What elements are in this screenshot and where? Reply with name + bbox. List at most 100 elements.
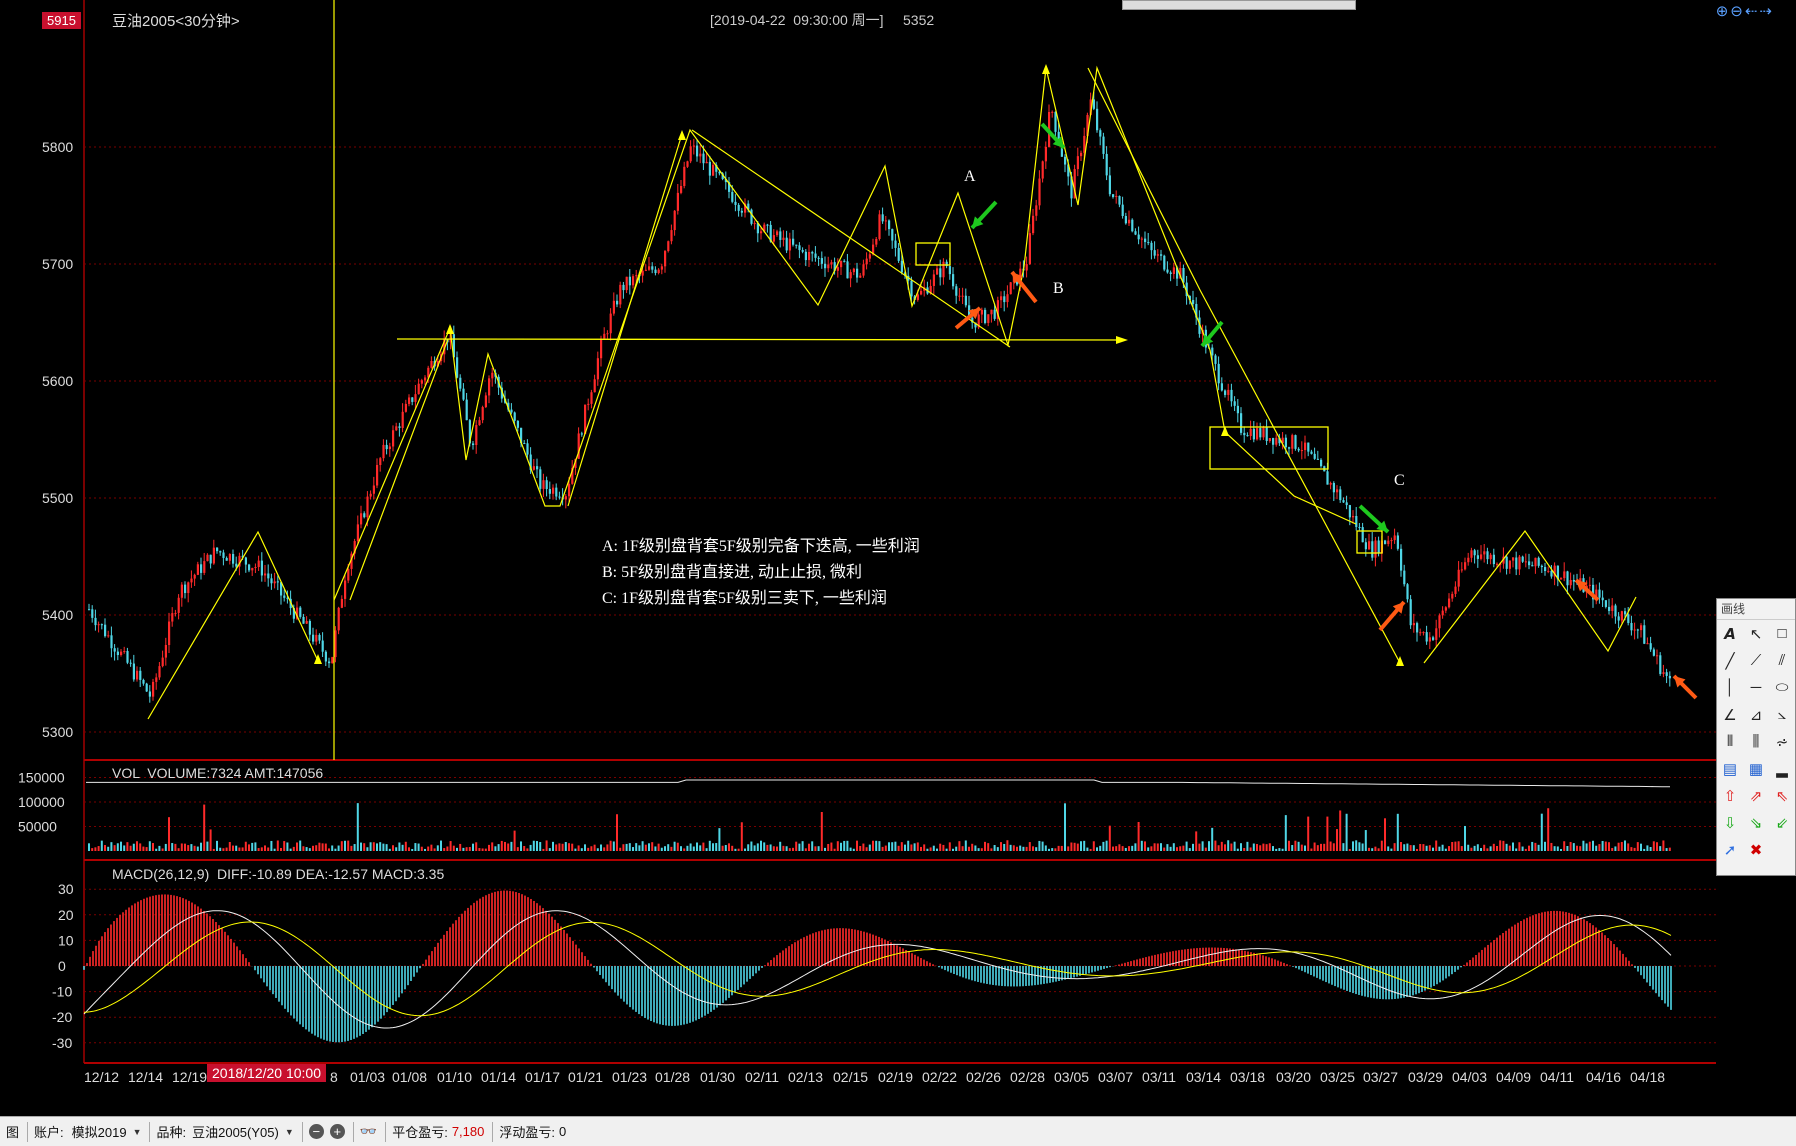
volume-bar (254, 842, 257, 851)
line-tool-icon[interactable]: ╱ (1717, 647, 1743, 674)
flag-cn-tool-icon[interactable]: ▤ (1717, 755, 1743, 782)
candlestick (97, 624, 100, 626)
volume-bar (779, 841, 782, 851)
candlestick (852, 268, 855, 273)
volume-bar (996, 847, 999, 851)
date-tick-label: 8 (330, 1069, 338, 1085)
fan-tool-icon[interactable]: ⊿ (1743, 701, 1769, 728)
volume-bar (171, 843, 174, 851)
date-tick-label: 01/23 (612, 1069, 648, 1085)
ray-tool-icon[interactable]: ⟋ (1743, 647, 1769, 674)
volume-bar (1400, 842, 1402, 851)
drawing-palette[interactable]: 画线 𝘼 ↖ □ ╱ ⟋ ⫽ │ ─ ⬭ ∠ ⊿ ⦣ ⦀ ⫼ ⩫ ▤ ▦ ▂ ⇧ ⇗ ⇖ ⇩ ⇘ ⇙ ➚ ✖ (1716, 598, 1796, 876)
minus-icon[interactable]: − (308, 1124, 324, 1139)
angle-tool-icon[interactable]: ∠ (1717, 701, 1743, 728)
zoom-controls[interactable]: ⊕⊖⇠⇢ (1716, 2, 1774, 20)
arrow-upleft-red-tool-icon[interactable]: ⇖ (1769, 782, 1795, 809)
trend-line[interactable] (567, 133, 683, 507)
arrow-downright-green-tool-icon[interactable]: ⇘ (1743, 809, 1769, 836)
volume-bar (161, 848, 164, 851)
candlestick (232, 554, 235, 564)
volume-bar (1217, 845, 1220, 851)
volume-bar (1627, 843, 1630, 851)
volume-bar (1105, 840, 1108, 851)
arrow-upright-red-tool-icon[interactable]: ⇗ (1743, 782, 1769, 809)
horizontal-line-tool-icon[interactable]: ─ (1743, 674, 1769, 701)
candlestick (683, 166, 686, 186)
volume-bar (305, 847, 308, 851)
top-toolbar-strip[interactable] (1122, 0, 1356, 10)
candlestick (641, 270, 644, 276)
parallel-line-tool-icon[interactable]: ⫽ (1769, 647, 1795, 674)
volume-bar (555, 844, 558, 851)
delete-tool-icon[interactable]: ✖ (1743, 836, 1769, 863)
volume-bar (574, 848, 577, 851)
candlestick (1604, 600, 1607, 607)
candlestick (1352, 515, 1355, 518)
zoom-in-icon[interactable]: ⊕ (1716, 3, 1731, 20)
volume-bar (1572, 843, 1575, 851)
view-menu[interactable]: 图 (6, 1122, 19, 1141)
instrument-value: 豆油2005(Y05) (192, 1125, 279, 1140)
cursor-tool-icon[interactable]: ➚ (1717, 836, 1743, 863)
volume-bar (948, 842, 951, 851)
date-tick-label: 01/17 (525, 1069, 561, 1085)
trend-line[interactable] (349, 338, 449, 601)
candlestick (1489, 554, 1492, 560)
candlestick (321, 640, 324, 652)
volume-bar (561, 843, 564, 851)
volume-bar (366, 847, 369, 851)
volume-bar (1166, 844, 1169, 851)
flag-grid-tool-icon[interactable]: ▦ (1743, 755, 1769, 782)
volume-bar (596, 848, 599, 851)
triple-lines-tool-icon[interactable]: ⫼ (1743, 728, 1769, 755)
volume-bar (360, 842, 362, 851)
candlestick (1259, 428, 1262, 438)
arrow-downleft-green-tool-icon[interactable]: ⇙ (1769, 809, 1795, 836)
candlestick (987, 314, 990, 323)
candlestick (264, 573, 267, 576)
trend-line[interactable] (1087, 67, 1401, 664)
volume-bar (481, 848, 484, 851)
period-lines-tool-icon[interactable]: ⦀ (1717, 728, 1743, 755)
volume-bar (1665, 848, 1668, 851)
rectangle-tool-icon[interactable]: □ (1769, 620, 1795, 647)
account-selector[interactable]: 账户: 模拟2019 ▼ (34, 1122, 141, 1141)
instrument-title: 豆油2005<30分钟> (112, 13, 240, 30)
volume-bar (308, 848, 311, 851)
bar-tool-icon[interactable]: ▂ (1769, 755, 1795, 782)
support-horizontal-line[interactable] (396, 338, 1126, 341)
volume-bar (164, 843, 167, 851)
scroll-left-icon[interactable]: ⇠ (1745, 3, 1760, 20)
arrow-down-green-tool-icon[interactable]: ⇩ (1717, 809, 1743, 836)
candlestick (1518, 556, 1521, 570)
candlestick (1076, 156, 1079, 170)
date-tick-label: 03/27 (1363, 1069, 1399, 1085)
gann-tool-icon[interactable]: ⦣ (1769, 701, 1795, 728)
arrow-up-red-tool-icon[interactable]: ⇧ (1717, 782, 1743, 809)
volume-bar (1496, 846, 1498, 851)
volume-bar (264, 845, 266, 851)
fibonacci-tool-icon[interactable]: ⩫ (1769, 728, 1795, 755)
candlestick (552, 487, 555, 494)
candlestick (388, 446, 391, 450)
plus-icon[interactable]: + (329, 1124, 345, 1139)
candlestick (1412, 623, 1415, 626)
volume-bar (545, 840, 548, 851)
pointer-tool-icon[interactable]: ↖ (1743, 620, 1769, 647)
scroll-right-icon[interactable]: ⇢ (1759, 3, 1774, 20)
candlestick (212, 547, 215, 564)
instrument-selector[interactable]: 品种: 豆油2005(Y05) ▼ (156, 1122, 293, 1141)
zoom-out-icon[interactable]: ⊖ (1730, 3, 1745, 20)
text-tool-icon[interactable]: 𝘼 (1717, 620, 1743, 647)
trend-line[interactable] (691, 129, 1011, 348)
volume-bar (1035, 847, 1038, 851)
vertical-line-tool-icon[interactable]: │ (1717, 674, 1743, 701)
ellipse-tool-icon[interactable]: ⬭ (1769, 674, 1795, 701)
candlestick (603, 333, 606, 339)
glasses-icon[interactable]: 👓 (360, 1123, 377, 1140)
candlestick (964, 295, 967, 306)
candlestick (900, 260, 903, 273)
volume-bar (840, 842, 842, 851)
volume-bar (1576, 845, 1578, 851)
